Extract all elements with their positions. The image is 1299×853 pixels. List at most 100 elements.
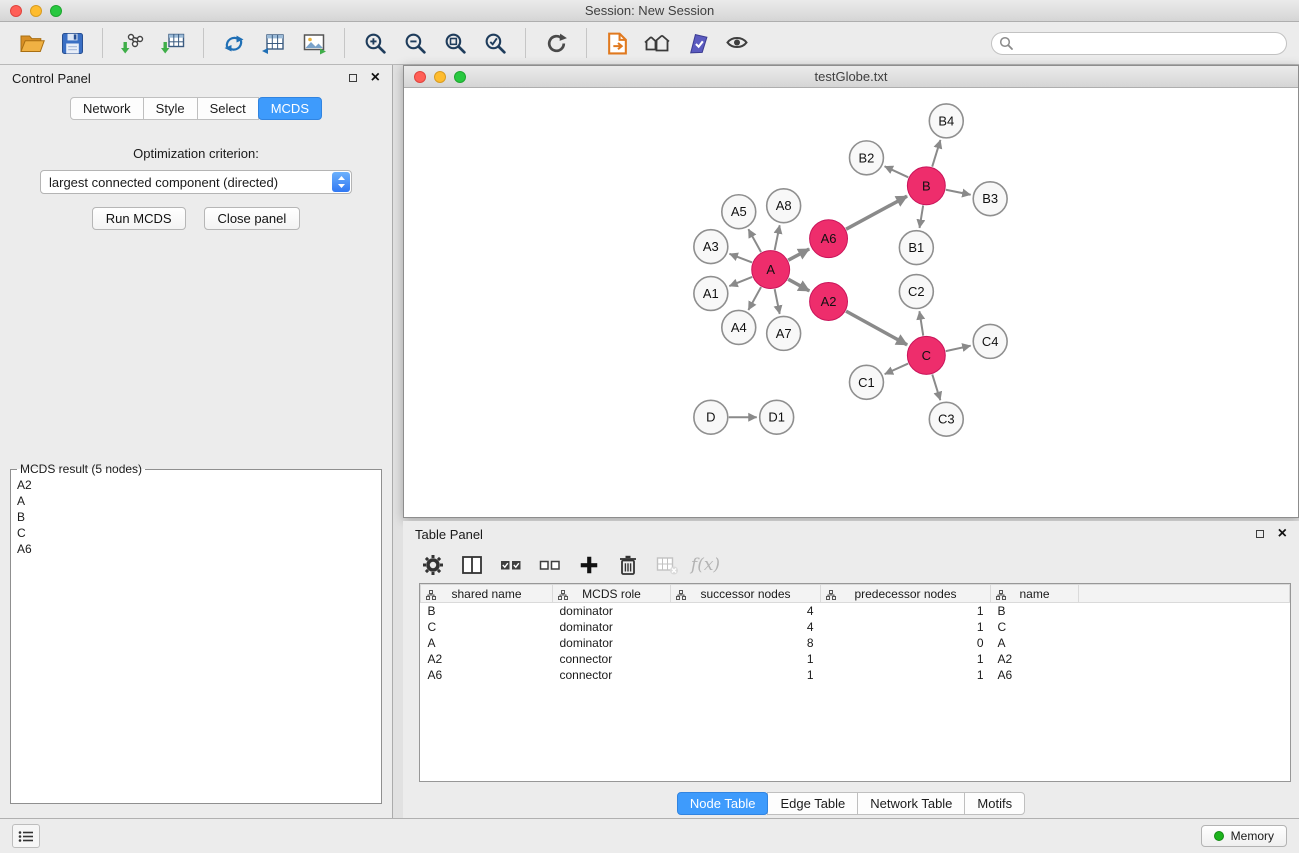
edge-B-B1[interactable] — [920, 205, 924, 227]
open-session-button[interactable] — [12, 25, 52, 61]
search-input[interactable] — [991, 32, 1287, 55]
edge-A-A6[interactable] — [788, 249, 809, 260]
node-C4[interactable]: C4 — [973, 324, 1007, 358]
delete-column-button[interactable] — [608, 550, 647, 580]
network-view[interactable]: B4B2BB3A5A8A6A3B1AC2A1A2A4A7C4CC1DD1C3 — [404, 88, 1298, 517]
column-header-shared-name[interactable]: shared name — [421, 585, 553, 603]
edge-A-A4[interactable] — [748, 287, 761, 310]
edge-B-B2[interactable] — [885, 166, 909, 177]
edge-C-C1[interactable] — [885, 364, 908, 375]
node-C3[interactable]: C3 — [929, 402, 963, 436]
tab-edge-table[interactable]: Edge Table — [767, 792, 858, 815]
edge-B-B4[interactable] — [932, 140, 940, 167]
edge-C-C2[interactable] — [919, 311, 923, 335]
zoom-fit-button[interactable] — [435, 25, 475, 61]
table-row[interactable]: A6connector11A6 — [421, 667, 1290, 683]
table-row[interactable]: Bdominator41B — [421, 603, 1290, 619]
homes-button[interactable] — [637, 25, 677, 61]
tab-node-table[interactable]: Node Table — [677, 792, 769, 815]
zoom-out-button[interactable] — [395, 25, 435, 61]
edge-A-A1[interactable] — [729, 277, 752, 286]
table-settings-button[interactable] — [413, 550, 452, 580]
edge-C-C3[interactable] — [932, 374, 940, 400]
node-A2[interactable]: A2 — [810, 283, 848, 321]
edge-A-A5[interactable] — [748, 229, 761, 252]
mcds-result-item[interactable]: A6 — [11, 541, 381, 557]
add-column-button[interactable] — [569, 550, 608, 580]
import-network-button[interactable] — [113, 25, 153, 61]
zoom-network-button[interactable] — [454, 71, 466, 83]
table-row[interactable]: A2connector11A2 — [421, 651, 1290, 667]
table-row[interactable]: Cdominator41C — [421, 619, 1290, 635]
close-panel-button[interactable]: Close panel — [204, 207, 301, 230]
document-button[interactable] — [597, 25, 637, 61]
edge-A-A8[interactable] — [775, 225, 780, 250]
import-table-button[interactable] — [153, 25, 193, 61]
fullscreen-window-button[interactable] — [50, 5, 62, 17]
run-mcds-button[interactable]: Run MCDS — [92, 207, 186, 230]
node-B4[interactable]: B4 — [929, 104, 963, 138]
table-row[interactable]: Adominator80A — [421, 635, 1290, 651]
node-B3[interactable]: B3 — [973, 182, 1007, 216]
mcds-result-item[interactable]: C — [11, 525, 381, 541]
column-header-successor-nodes[interactable]: successor nodes — [671, 585, 821, 603]
node-B[interactable]: B — [907, 167, 945, 205]
node-A5[interactable]: A5 — [722, 195, 756, 229]
close-network-button[interactable] — [414, 71, 426, 83]
new-table-button[interactable] — [254, 25, 294, 61]
close-window-button[interactable] — [10, 5, 22, 17]
tab-motifs[interactable]: Motifs — [964, 792, 1025, 815]
optimization-criterion-dropdown[interactable]: largest connected component (directed) — [40, 170, 352, 194]
refresh-button[interactable] — [536, 25, 576, 61]
select-all-button[interactable] — [491, 550, 530, 580]
mcds-result-item[interactable]: B — [11, 509, 381, 525]
minimize-network-button[interactable] — [434, 71, 446, 83]
zoom-in-button[interactable] — [355, 25, 395, 61]
edge-A-A2[interactable] — [788, 279, 809, 291]
node-C[interactable]: C — [907, 336, 945, 374]
node-A3[interactable]: A3 — [694, 230, 728, 264]
function-builder-button[interactable]: f(x) — [686, 550, 725, 580]
show-columns-button[interactable] — [452, 550, 491, 580]
tab-mcds[interactable]: MCDS — [258, 97, 322, 120]
float-table-panel-icon[interactable] — [1256, 530, 1264, 538]
tab-network-table[interactable]: Network Table — [857, 792, 965, 815]
zoom-selected-button[interactable] — [475, 25, 515, 61]
export-image-button[interactable] — [294, 25, 334, 61]
mcds-result-item[interactable]: A2 — [11, 477, 381, 493]
node-D[interactable]: D — [694, 400, 728, 434]
node-B1[interactable]: B1 — [899, 231, 933, 265]
memory-button[interactable]: Memory — [1201, 825, 1287, 847]
close-table-panel-icon[interactable]: × — [1278, 526, 1287, 542]
close-panel-icon[interactable]: × — [371, 70, 380, 86]
dropdown-stepper-icon[interactable] — [332, 172, 350, 192]
delete-table-button[interactable] — [647, 550, 686, 580]
tab-select[interactable]: Select — [197, 97, 259, 120]
node-B2[interactable]: B2 — [850, 141, 884, 175]
mcds-result-item[interactable]: A — [11, 493, 381, 509]
node-D1[interactable]: D1 — [760, 400, 794, 434]
column-header-predecessor-nodes[interactable]: predecessor nodes — [821, 585, 991, 603]
tab-network[interactable]: Network — [70, 97, 144, 120]
eye-button[interactable] — [717, 25, 757, 61]
show-panel-button[interactable] — [12, 824, 40, 848]
network-canvas[interactable]: B4B2BB3A5A8A6A3B1AC2A1A2A4A7C4CC1DD1C3 — [404, 88, 1298, 517]
new-network-button[interactable] — [214, 25, 254, 61]
node-A6[interactable]: A6 — [810, 220, 848, 258]
node-C1[interactable]: C1 — [850, 365, 884, 399]
flag-button[interactable] — [677, 25, 717, 61]
edge-A6-B[interactable] — [846, 196, 907, 229]
node-A4[interactable]: A4 — [722, 310, 756, 344]
unselect-all-button[interactable] — [530, 550, 569, 580]
node-C2[interactable]: C2 — [899, 275, 933, 309]
save-session-button[interactable] — [52, 25, 92, 61]
column-header-name[interactable]: name — [991, 585, 1079, 603]
edge-A-A3[interactable] — [729, 254, 752, 263]
edge-A-A7[interactable] — [775, 289, 780, 314]
node-A8[interactable]: A8 — [767, 189, 801, 223]
edge-B-B3[interactable] — [946, 190, 971, 195]
edge-A2-C[interactable] — [846, 311, 907, 345]
tab-style[interactable]: Style — [143, 97, 198, 120]
float-panel-icon[interactable] — [349, 74, 357, 82]
node-A7[interactable]: A7 — [767, 316, 801, 350]
